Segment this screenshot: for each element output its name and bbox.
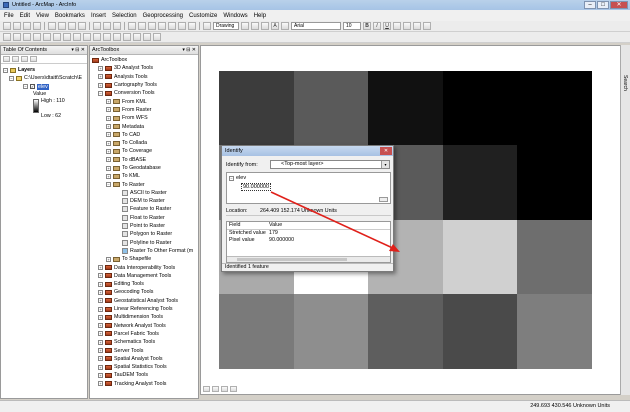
status-coordinates: 249.693 430.546 Unknown Units xyxy=(530,403,610,409)
annotation-arrow xyxy=(270,191,400,252)
status-bar: 249.693 430.546 Unknown Units xyxy=(0,400,630,412)
arrow-head-icon xyxy=(389,244,400,252)
arrow-shaft xyxy=(270,191,398,251)
